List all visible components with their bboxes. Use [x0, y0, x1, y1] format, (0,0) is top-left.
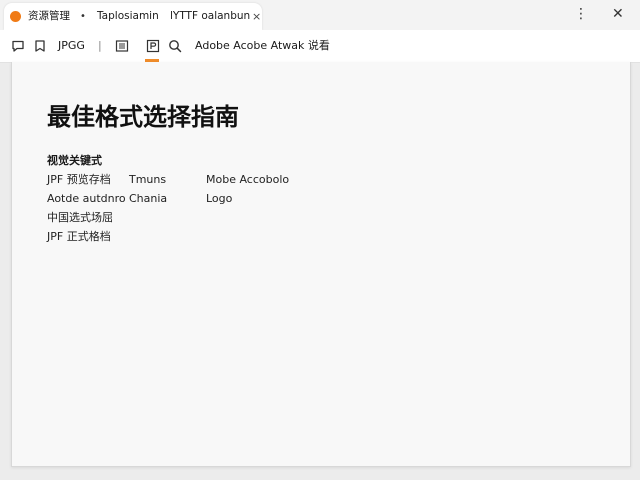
tab-title: 资源管理	[28, 10, 70, 22]
table-cell: Logo	[206, 192, 233, 205]
tab-separator: •	[80, 11, 86, 22]
page-title: 最佳格式选择指南	[47, 103, 239, 131]
format-label[interactable]: JPGG	[58, 39, 85, 53]
orange-dot-icon	[10, 11, 21, 22]
tab-close-icon[interactable]: ×	[252, 10, 261, 23]
table-cell: Chania	[129, 192, 168, 205]
page-icon[interactable]	[146, 38, 160, 57]
more-icon[interactable]: ⋮	[574, 6, 588, 22]
bookmark-icon[interactable]	[33, 38, 47, 57]
tab-pinned-label: Taplosiamin	[97, 10, 159, 22]
document-title: Adobe Acobe Atwak 说看	[195, 39, 330, 52]
table-cell: JPF 预览存档	[47, 173, 111, 186]
title-bar: 资源管理 • Taplosiamin lYTTF oalanbun × ⋮ ✕	[0, 0, 640, 30]
table-cell: Tmuns	[129, 173, 167, 186]
table-cell: Mobe Accobolo	[206, 173, 290, 186]
toolbar-separator: |	[98, 39, 102, 52]
search-icon[interactable]	[168, 38, 182, 57]
comment-icon[interactable]	[11, 38, 25, 57]
browser-tab[interactable]: 资源管理 • Taplosiamin lYTTF oalanbun ×	[4, 3, 262, 30]
table-cell: JPF 正式格档	[47, 230, 111, 243]
table-cell: Aotde autdnro	[47, 192, 126, 205]
tab-title-secondary: lYTTF oalanbun	[170, 10, 251, 22]
toolbar: JPGG | Adobe Acobe Atwak 说看	[0, 30, 640, 63]
close-icon[interactable]: ✕	[612, 6, 624, 22]
section-heading: 视觉关键式	[47, 154, 102, 167]
document-page: 最佳格式选择指南 视觉关键式 JPF 预览存档 Tmuns Mobe Accob…	[11, 62, 631, 467]
table-cell: 中国选式场屈	[47, 211, 113, 224]
grid-icon[interactable]	[115, 38, 129, 57]
